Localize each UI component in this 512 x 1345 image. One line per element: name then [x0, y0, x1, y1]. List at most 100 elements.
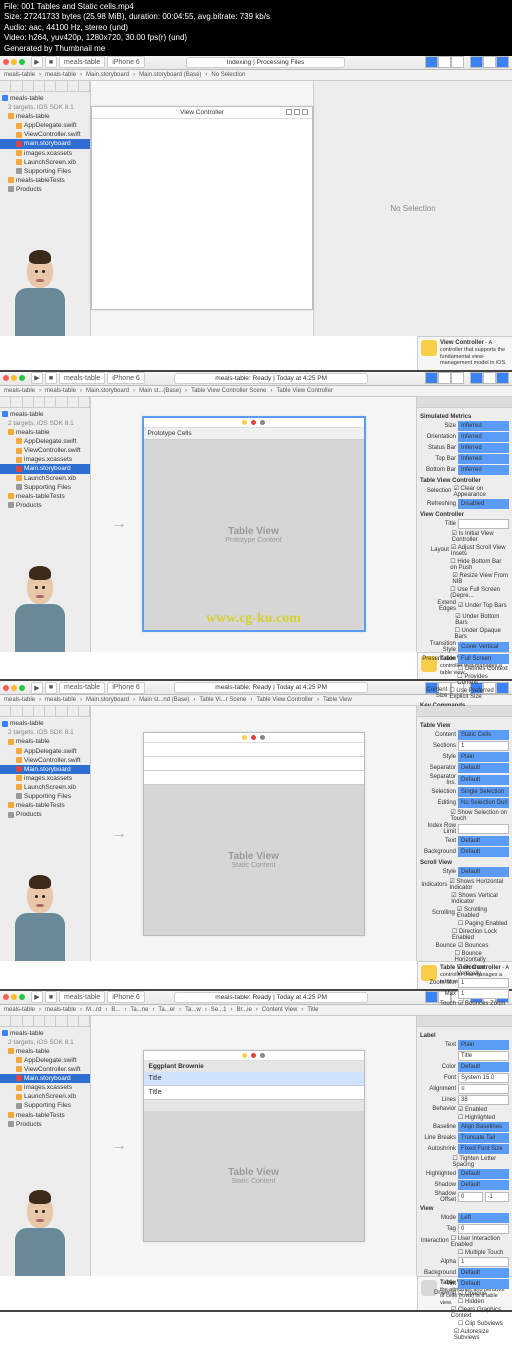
sv-style-field[interactable]: Default	[458, 867, 509, 877]
sections-field[interactable]: 1	[458, 741, 509, 751]
dirlock-checkbox[interactable]: Direction Lock Enabled	[452, 928, 509, 941]
run-button[interactable]: ▶	[31, 56, 43, 68]
crumb[interactable]: Table View Controller	[256, 697, 313, 703]
window-controls[interactable]	[3, 994, 25, 1000]
user-interaction-checkbox[interactable]: User Interaction Enabled	[451, 1235, 509, 1248]
crumb[interactable]: Br...ie	[236, 1007, 251, 1013]
clip-subviews-checkbox[interactable]: Clip Subviews	[458, 1320, 503, 1327]
crumb[interactable]: meals-table	[4, 388, 35, 394]
zoom-max-field[interactable]: 1	[458, 989, 509, 999]
window-controls[interactable]	[3, 59, 25, 65]
text-value-field[interactable]: Title	[458, 1051, 509, 1061]
tree-item[interactable]: Supporting Files	[0, 167, 90, 176]
selection-field[interactable]: Single Selection	[458, 787, 509, 797]
navigator-tabs[interactable]	[0, 397, 90, 408]
crumb[interactable]: Table Vi...r Scene	[199, 697, 246, 703]
editor-mode-segment[interactable]	[425, 372, 464, 384]
crumb[interactable]: Content View	[262, 1007, 298, 1013]
bounce-h-checkbox[interactable]: Bounce Horizontally	[454, 950, 509, 963]
tree-item[interactable]: AppDelegate.swift	[0, 1056, 90, 1065]
navigator-tabs[interactable]	[0, 1016, 90, 1027]
tree-folder[interactable]: meals-table	[0, 428, 90, 437]
paging-checkbox[interactable]: Paging Enabled	[458, 920, 507, 927]
static-cell[interactable]	[144, 743, 364, 757]
tree-item[interactable]: images.xcassets	[0, 455, 90, 464]
tree-item[interactable]: ViewController.swift	[0, 756, 90, 765]
extend-edge-checkbox[interactable]: Under Bottom Bars	[455, 613, 509, 626]
font-field[interactable]: System 15.0	[458, 1073, 509, 1083]
bounce-v-checkbox[interactable]: Bounce Vertically	[457, 964, 509, 977]
static-cell[interactable]: Title	[144, 1086, 364, 1100]
alignment-segment[interactable]: ≡	[458, 1084, 509, 1094]
tree-item-selected[interactable]: Main.storyboard	[0, 765, 90, 774]
tree-item[interactable]: AppDelegate.swift	[0, 121, 90, 130]
text-mode-field[interactable]: Plain	[458, 1040, 509, 1050]
title-field[interactable]	[458, 519, 509, 529]
v-indicator-checkbox[interactable]: Shows Vertical Indicator	[451, 892, 509, 905]
crumb[interactable]: Se...1	[211, 1007, 227, 1013]
tree-item[interactable]: AppDelegate.swift	[0, 437, 90, 446]
section-header-empty[interactable]	[144, 1100, 364, 1111]
crumb[interactable]: meals-table	[45, 697, 76, 703]
project-tree[interactable]: meals-table 2 targets, iOS SDK 8.1 meals…	[0, 408, 90, 512]
sepinset-field[interactable]: Default	[458, 775, 509, 785]
object-library[interactable]: View Controller - A controller that supp…	[417, 336, 512, 370]
text-color-field[interactable]: Default	[458, 836, 509, 846]
scene-view[interactable]	[92, 119, 312, 309]
tableview-scene[interactable]: Table View Static Content	[143, 732, 365, 936]
bg-color-field[interactable]: Default	[458, 847, 509, 857]
shadow-h-field[interactable]: 0	[458, 1192, 483, 1202]
tree-item[interactable]: LaunchScreen.xib	[0, 474, 90, 483]
scheme-selector[interactable]: meals-table	[59, 682, 105, 694]
crumb[interactable]: Main.storyboard (Base)	[139, 72, 201, 78]
static-cell[interactable]	[144, 771, 364, 785]
tree-item[interactable]: Supporting Files	[0, 792, 90, 801]
transition-field[interactable]: Cover Vertical	[458, 642, 509, 652]
interface-builder-canvas[interactable]: → View Controller	[91, 81, 313, 336]
run-button[interactable]: ▶	[31, 991, 43, 1003]
opaque-checkbox[interactable]: Opaque	[458, 1290, 486, 1297]
window-controls[interactable]	[3, 685, 25, 691]
crumb[interactable]: Main.storyboard	[86, 72, 129, 78]
tree-root[interactable]: meals-table	[0, 94, 90, 103]
clear-on-appearance-checkbox[interactable]: Clear on Appearance	[454, 485, 510, 498]
editor-mode-segment[interactable]	[425, 56, 464, 68]
panel-toggle-segment[interactable]	[470, 56, 509, 68]
scheme-selector[interactable]: meals-table	[59, 991, 105, 1003]
tint-field[interactable]: Default	[458, 1279, 509, 1289]
tree-item[interactable]: Supporting Files	[0, 1101, 90, 1110]
crumb[interactable]: Table View Controller	[276, 388, 333, 394]
view-controller-scene[interactable]: View Controller	[91, 106, 313, 310]
jump-bar[interactable]: meals-table› meals-table› Main.storyboar…	[0, 386, 512, 397]
device-selector[interactable]: iPhone 6	[107, 991, 145, 1003]
tree-item[interactable]: images.xcassets	[0, 774, 90, 783]
scheme-selector[interactable]: meals-table	[59, 56, 105, 68]
run-button[interactable]: ▶	[31, 682, 43, 694]
device-selector[interactable]: iPhone 6	[107, 682, 145, 694]
hidden-checkbox[interactable]: Hidden	[458, 1298, 484, 1305]
orientation-field[interactable]: Inferred	[458, 432, 509, 442]
crumb[interactable]: meals-table	[45, 1007, 76, 1013]
static-cell-selected[interactable]: Title	[144, 1072, 364, 1086]
static-cell[interactable]	[144, 757, 364, 771]
inspector-tabs[interactable]	[417, 397, 512, 408]
crumb[interactable]: meals-table	[4, 1007, 35, 1013]
scene-dock[interactable]	[144, 733, 364, 743]
tree-item[interactable]: meals-tableTests	[0, 1111, 90, 1120]
tree-folder[interactable]: meals-table	[0, 112, 90, 121]
tree-item-selected[interactable]: main.storyboard	[0, 139, 90, 148]
device-selector[interactable]: iPhone 6	[107, 56, 145, 68]
crumb[interactable]: Main.storyboard	[86, 697, 129, 703]
mode-field[interactable]: Left	[458, 1213, 509, 1223]
panel-toggle-segment[interactable]	[470, 372, 509, 384]
tighten-checkbox[interactable]: Tighten Letter Spacing	[452, 1155, 509, 1168]
crumb[interactable]: Main st...nd (Base)	[139, 697, 189, 703]
tree-item[interactable]: meals-tableTests	[0, 176, 90, 185]
crumb[interactable]: M...rd	[86, 1007, 101, 1013]
baseline-field[interactable]: Align Baselines	[458, 1122, 509, 1132]
crumb[interactable]: B...	[111, 1007, 120, 1013]
crumb[interactable]: meals-table	[45, 388, 76, 394]
crumb[interactable]: Ta...ne	[130, 1007, 148, 1013]
presentation-field[interactable]: Full Screen	[458, 654, 509, 664]
tree-item-selected[interactable]: Main.storyboard	[0, 464, 90, 473]
